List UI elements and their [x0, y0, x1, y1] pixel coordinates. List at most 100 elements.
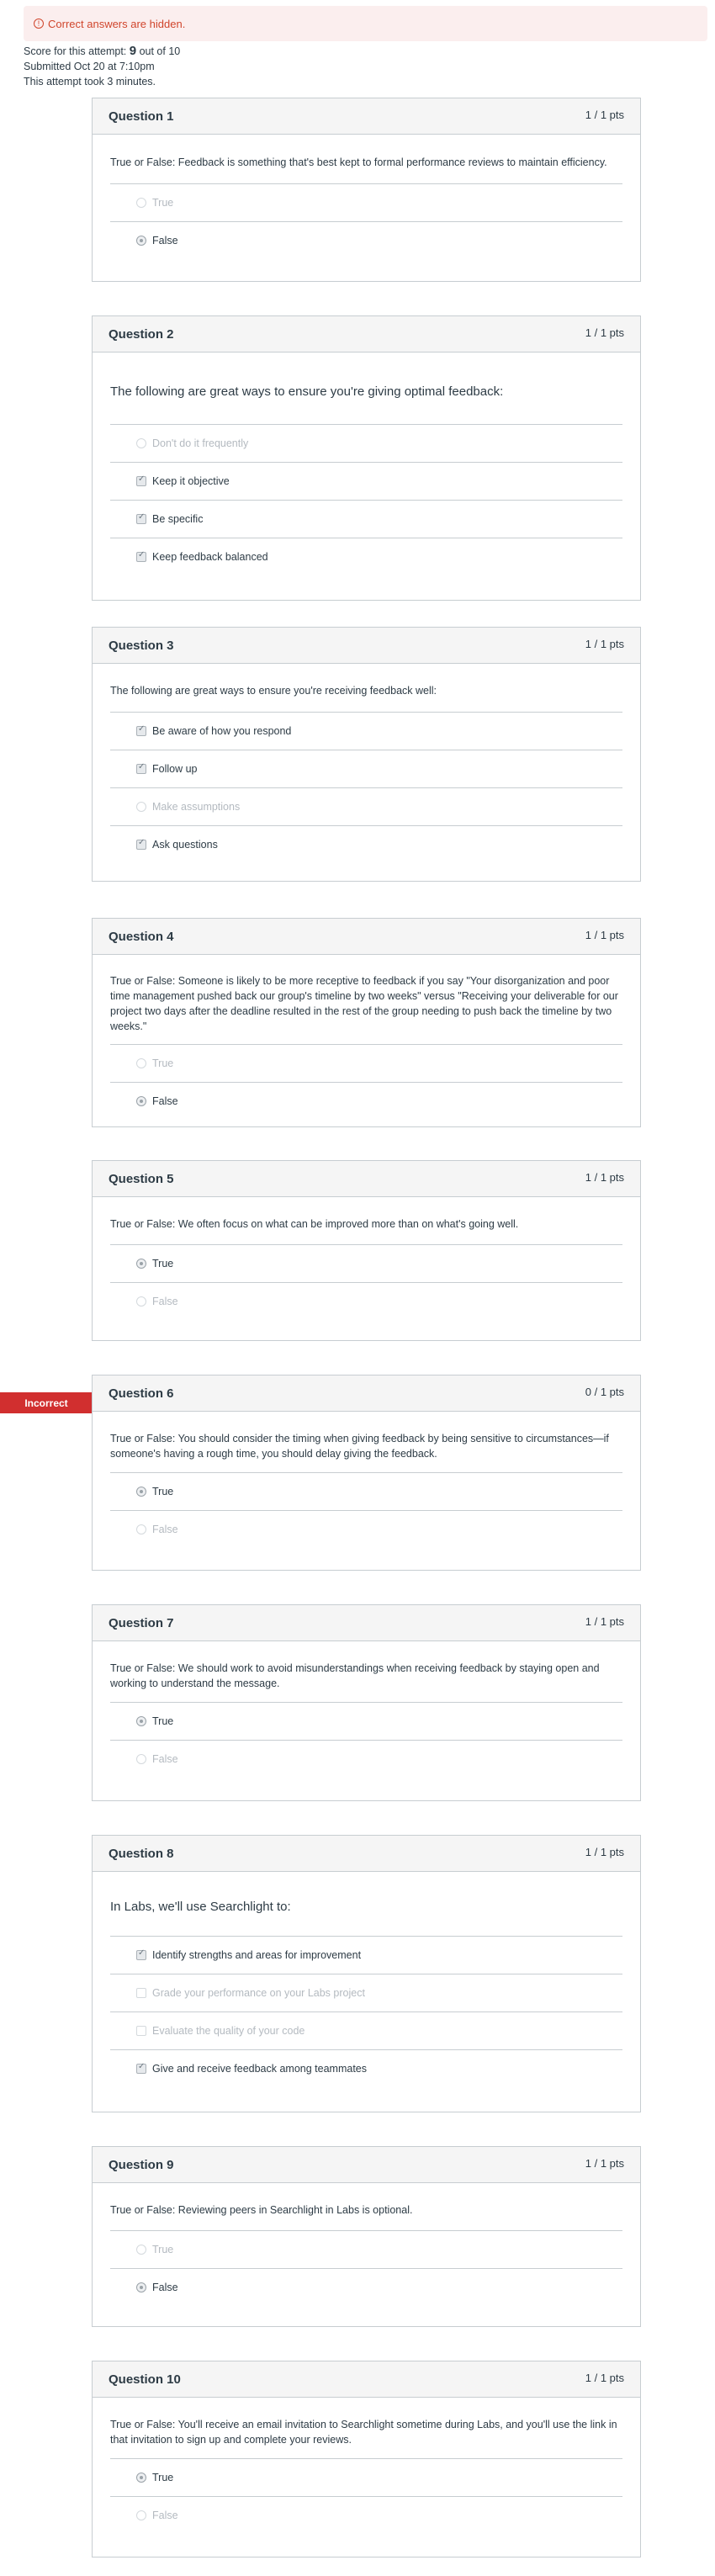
answer-option: False	[110, 1282, 622, 1320]
question-header: Question 8 1 / 1 pts	[93, 1836, 640, 1872]
radio-button	[136, 802, 146, 812]
radio-button	[136, 198, 146, 208]
radio-button	[136, 2510, 146, 2520]
radio-button	[136, 236, 146, 246]
radio-button	[136, 2245, 146, 2255]
question-title: Question 5	[109, 1172, 174, 1186]
radio-button	[136, 2473, 146, 2483]
checkbox	[136, 1988, 146, 1998]
question-points: 1 / 1 pts	[585, 929, 624, 941]
answer-option: False	[110, 1510, 622, 1548]
answer-label: Be specific	[152, 513, 204, 525]
question-title: Question 4	[109, 930, 174, 944]
question-points: 1 / 1 pts	[585, 2372, 624, 2384]
answer-label: True	[152, 1486, 174, 1497]
answer-list: True False	[110, 183, 622, 259]
answer-option: False	[110, 221, 622, 259]
question-1: Question 1 1 / 1 pts True or False: Feed…	[92, 98, 641, 282]
correct-answers-hidden-banner: ! Correct answers are hidden.	[24, 6, 707, 41]
answer-label: Identify strengths and areas for improve…	[152, 1949, 362, 1961]
radio-button	[136, 1259, 146, 1269]
question-header: Question 7 1 / 1 pts	[93, 1605, 640, 1641]
question-header: Question 10 1 / 1 pts	[93, 2361, 640, 2398]
question-title: Question 8	[109, 1847, 174, 1861]
banner-text: Correct answers are hidden.	[48, 17, 186, 30]
radio-button	[136, 1754, 146, 1764]
answer-label: Give and receive feedback among teammate…	[152, 2063, 367, 2075]
answer-list: True False	[110, 1702, 622, 1778]
answer-list: Be aware of how you respond Follow up Ma…	[110, 712, 622, 863]
answer-label: True	[152, 2472, 174, 2483]
question-2: Question 2 1 / 1 pts The following are g…	[92, 315, 641, 601]
question-points: 1 / 1 pts	[585, 109, 624, 121]
checkbox	[136, 724, 146, 736]
question-points: 1 / 1 pts	[585, 1846, 624, 1858]
answer-list: True False	[110, 2230, 622, 2306]
radio-button	[136, 438, 146, 448]
checkbox	[136, 550, 146, 562]
question-text: True or False: You'll receive an email i…	[110, 2419, 617, 2446]
answer-list: Don't do it frequently Keep it objective…	[110, 424, 622, 575]
answer-list: Identify strengths and areas for improve…	[110, 1936, 622, 2087]
question-points: 1 / 1 pts	[585, 1171, 624, 1184]
checkbox	[136, 474, 146, 486]
incorrect-label: Incorrect	[0, 1392, 93, 1413]
question-header: Question 9 1 / 1 pts	[93, 2147, 640, 2183]
answer-option: Give and receive feedback among teammate…	[110, 2049, 622, 2087]
question-text: The following are great ways to ensure y…	[110, 685, 437, 697]
answer-label: Don't do it frequently	[152, 437, 249, 449]
answer-option: True	[110, 2458, 622, 2496]
answer-label: False	[152, 1095, 178, 1107]
answer-label: True	[152, 2244, 174, 2255]
question-6: Question 6 0 / 1 pts True or False: You …	[92, 1375, 641, 1571]
answer-label: False	[152, 1296, 178, 1307]
question-title: Question 3	[109, 639, 174, 653]
answer-option: Make assumptions	[110, 787, 622, 825]
answer-list: True False	[110, 1472, 622, 1548]
question-text: True or False: You should consider the t…	[110, 1433, 609, 1460]
checkbox	[136, 512, 146, 524]
question-header: Question 1 1 / 1 pts	[93, 98, 640, 135]
question-points: 1 / 1 pts	[585, 1615, 624, 1628]
answer-option: Evaluate the quality of your code	[110, 2012, 622, 2049]
answer-label: False	[152, 1524, 178, 1535]
answer-label: Follow up	[152, 763, 198, 775]
question-3: Question 3 1 / 1 pts The following are g…	[92, 627, 641, 882]
radio-button	[136, 1296, 146, 1307]
question-header: Question 5 1 / 1 pts	[93, 1161, 640, 1197]
answer-option: Keep feedback balanced	[110, 538, 622, 575]
answer-label: Ask questions	[152, 839, 218, 851]
answer-option: Be aware of how you respond	[110, 712, 622, 750]
question-text: True or False: We often focus on what ca…	[110, 1218, 519, 1230]
answer-option: False	[110, 1740, 622, 1778]
answer-option: Be specific	[110, 500, 622, 538]
incorrect-flag: Incorrect	[0, 1392, 104, 1413]
answer-list: True False	[110, 2458, 622, 2534]
question-text: The following are great ways to ensure y…	[110, 384, 504, 399]
radio-button	[136, 2282, 146, 2292]
radio-button	[136, 1058, 146, 1068]
checkbox	[136, 1948, 146, 1960]
radio-button	[136, 1487, 146, 1497]
answer-option: Don't do it frequently	[110, 424, 622, 462]
answer-option: True	[110, 1244, 622, 1282]
question-10: Question 10 1 / 1 pts True or False: You…	[92, 2361, 641, 2557]
answer-option: False	[110, 2268, 622, 2306]
answer-label: Be aware of how you respond	[152, 725, 292, 737]
question-text: True or False: We should work to avoid m…	[110, 1662, 600, 1689]
question-header: Question 4 1 / 1 pts	[93, 919, 640, 955]
checkbox	[136, 838, 146, 850]
score-value: 9	[129, 44, 137, 58]
question-8: Question 8 1 / 1 pts In Labs, we'll use …	[92, 1835, 641, 2112]
answer-label: True	[152, 197, 174, 209]
radio-button	[136, 1096, 146, 1106]
question-text: True or False: Feedback is something tha…	[110, 156, 607, 168]
answer-label: False	[152, 2282, 178, 2293]
checkbox	[136, 2026, 146, 2036]
question-title: Question 10	[109, 2372, 181, 2387]
answer-label: False	[152, 1753, 178, 1765]
answer-label: True	[152, 1715, 174, 1727]
question-header: Question 6 0 / 1 pts	[93, 1375, 640, 1412]
question-title: Question 2	[109, 327, 174, 342]
score-prefix: Score for this attempt:	[24, 45, 130, 57]
